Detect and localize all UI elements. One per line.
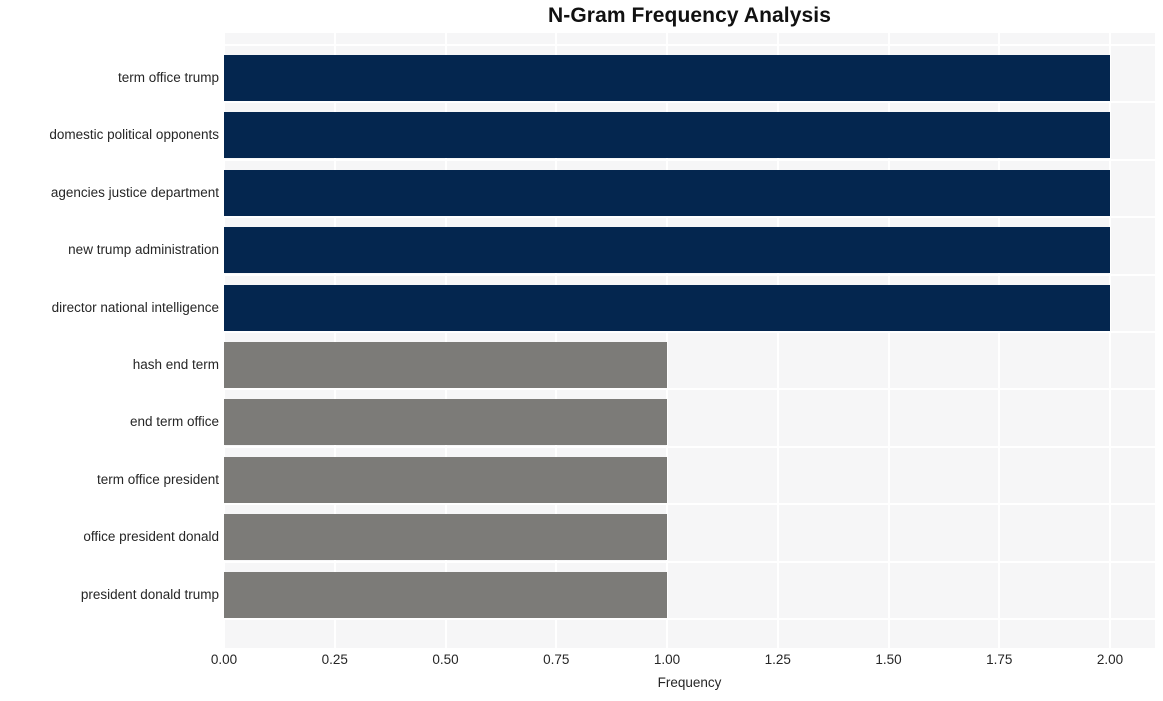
gridline-horizontal: [224, 158, 1155, 161]
y-axis-tick-label: agencies justice department: [50, 184, 219, 200]
bar: [224, 342, 667, 388]
bar: [224, 55, 1110, 101]
x-axis-tick-label: 0.00: [210, 652, 238, 667]
y-axis-tick-label: domestic political opponents: [49, 127, 219, 143]
y-axis-tick-label: president donald trump: [80, 586, 219, 602]
y-axis-tick-label: director national intelligence: [51, 299, 219, 315]
y-axis-tick-label: end term office: [129, 414, 219, 430]
x-axis-tick-label: 0.25: [321, 652, 348, 667]
gridline-horizontal: [224, 101, 1155, 104]
bar: [224, 284, 1110, 331]
y-axis-tick-label: new trump administration: [68, 242, 219, 258]
x-axis-tick-label: 1.25: [764, 652, 791, 667]
y-axis-tick-label: hash end term: [132, 357, 219, 372]
gridline-horizontal: [224, 44, 1155, 46]
gridline-horizontal: [224, 216, 1155, 219]
bar: [224, 456, 667, 503]
chart-figure: N-Gram Frequency Analysis term office tr…: [0, 0, 1163, 701]
bar: [224, 169, 1110, 216]
gridline-horizontal: [224, 445, 1155, 448]
y-axis-tick-label: term office trump: [117, 70, 219, 85]
bar: [224, 227, 1110, 274]
y-axis-tick-label: office president donald: [83, 529, 219, 545]
gridline-horizontal: [224, 331, 1155, 333]
bar: [224, 399, 667, 446]
plot-area: [224, 33, 1155, 648]
x-axis-tick-label: 1.50: [875, 652, 902, 667]
bar: [224, 571, 667, 618]
x-axis-tick-label: 0.50: [432, 652, 459, 667]
gridline-horizontal: [224, 618, 1155, 620]
gridline-horizontal: [224, 273, 1155, 276]
bar: [224, 112, 1110, 159]
x-axis-tick-label: 0.75: [543, 652, 570, 667]
x-axis-label: Frequency: [657, 675, 722, 690]
gridline-horizontal: [224, 560, 1155, 563]
gridline-horizontal: [224, 388, 1155, 391]
y-axis-tick-label: term office president: [96, 471, 219, 487]
chart-title: N-Gram Frequency Analysis: [548, 4, 831, 27]
gridline-horizontal: [224, 503, 1155, 506]
x-axis-tick-label: 2.00: [1096, 652, 1124, 667]
x-axis-tick-label: 1.75: [986, 652, 1013, 667]
bar: [224, 514, 667, 561]
x-axis-tick-label: 1.00: [653, 652, 681, 667]
